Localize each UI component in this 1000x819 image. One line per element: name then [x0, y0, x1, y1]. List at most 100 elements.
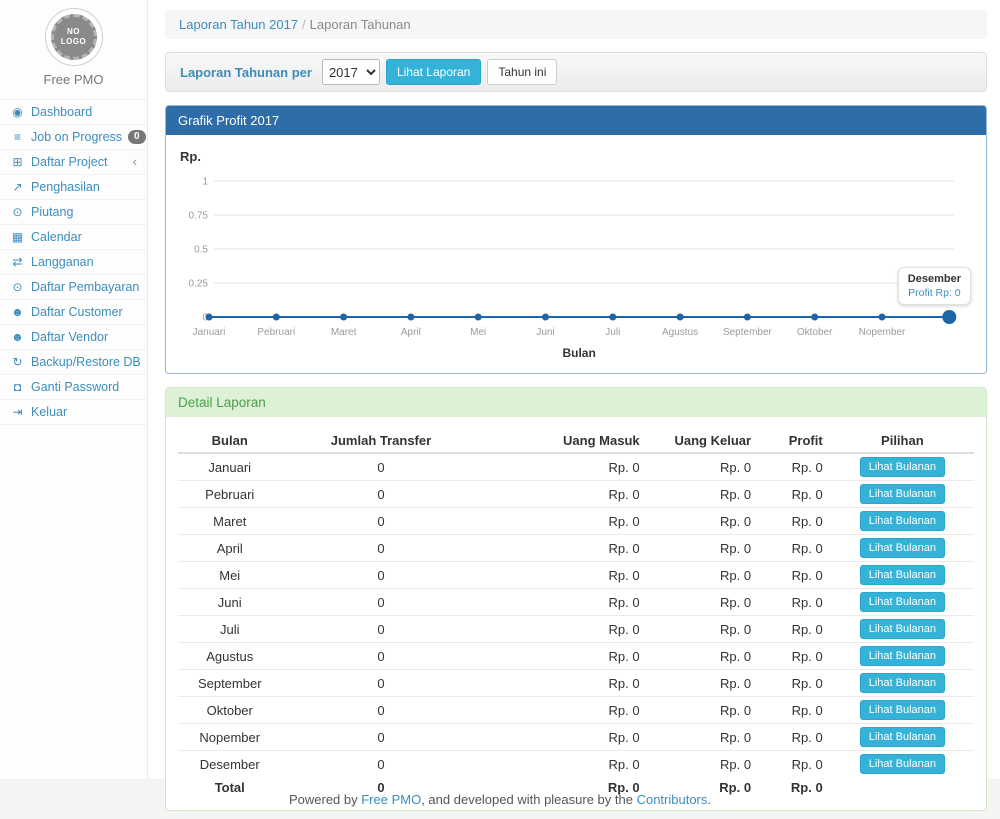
sidebar-item-label: Job on Progress: [31, 129, 122, 145]
sidebar-item-daftar-vendor[interactable]: ☻Daftar Vendor: [0, 325, 147, 350]
col-header-bulan: Bulan: [178, 429, 281, 453]
sidebar-item-calendar[interactable]: ▦ Calendar: [0, 225, 147, 250]
tasks-icon: ≡: [10, 129, 25, 145]
cell-profit: Rp. 0: [759, 562, 831, 589]
sidebar-item-ganti-password[interactable]: ◘ Ganti Password: [0, 375, 147, 400]
chevron-left-icon: ‹: [133, 156, 137, 168]
sidebar-item-daftar-project[interactable]: ⊞Daftar Project‹: [0, 150, 147, 175]
view-monthly-button[interactable]: Lihat Bulanan: [860, 673, 945, 693]
footer-text: Powered by Free PMO, and developed with …: [289, 792, 711, 807]
table-row: Pebruari0Rp. 0Rp. 0Rp. 0Lihat Bulanan: [178, 481, 974, 508]
detail-report-panel: Detail Laporan Bulan Jumlah Transfer Uan…: [165, 387, 987, 811]
svg-text:Oktober: Oktober: [797, 327, 833, 338]
view-monthly-button[interactable]: Lihat Bulanan: [860, 727, 945, 747]
sidebar-item-label: Calendar: [31, 229, 82, 245]
cell-pilihan: Lihat Bulanan: [831, 535, 974, 562]
profit-line-chart[interactable]: Rp.00.250.50.751JanuariPebruariMaretApri…: [178, 147, 974, 361]
view-monthly-button[interactable]: Lihat Bulanan: [860, 457, 945, 477]
col-header-uang-masuk: Uang Masuk: [480, 429, 647, 453]
svg-text:September: September: [723, 327, 773, 338]
table-row: Juni0Rp. 0Rp. 0Rp. 0Lihat Bulanan: [178, 589, 974, 616]
cell-profit: Rp. 0: [759, 589, 831, 616]
chart-panel-body: Rp.00.250.50.751JanuariPebruariMaretApri…: [166, 135, 986, 373]
cell-uang-keluar: Rp. 0: [648, 643, 759, 670]
view-monthly-button[interactable]: Lihat Bulanan: [860, 511, 945, 531]
sidebar-item-job-on-progress[interactable]: ≡Job on Progress0: [0, 125, 147, 150]
table-row: Juli0Rp. 0Rp. 0Rp. 0Lihat Bulanan: [178, 616, 974, 643]
footer-link-freepmo[interactable]: Free PMO: [361, 792, 421, 807]
year-select[interactable]: 2017: [322, 59, 380, 85]
cell-jumlah-transfer: 0: [281, 589, 480, 616]
table-row: Mei0Rp. 0Rp. 0Rp. 0Lihat Bulanan: [178, 562, 974, 589]
sidebar-item-label: Daftar Pembayaran: [31, 279, 139, 295]
table-icon: ⊞: [10, 154, 25, 170]
this-year-button[interactable]: Tahun ini: [487, 59, 557, 85]
cell-pilihan: Lihat Bulanan: [831, 453, 974, 481]
sidebar-item-keluar[interactable]: ⇥Keluar: [0, 400, 147, 425]
calendar-icon: ▦: [10, 229, 25, 245]
cell-uang-masuk: Rp. 0: [480, 508, 647, 535]
cell-bulan: September: [178, 670, 281, 697]
sidebar-item-penghasilan[interactable]: ↗Penghasilan: [0, 175, 147, 200]
cell-profit: Rp. 0: [759, 508, 831, 535]
view-monthly-button[interactable]: Lihat Bulanan: [860, 754, 945, 774]
svg-text:0.25: 0.25: [189, 279, 209, 290]
view-monthly-button[interactable]: Lihat Bulanan: [860, 592, 945, 612]
view-monthly-button[interactable]: Lihat Bulanan: [860, 700, 945, 720]
sidebar-item-backup-restore-db[interactable]: ↻Backup/Restore DB: [0, 350, 147, 375]
cell-uang-masuk: Rp. 0: [480, 535, 647, 562]
cell-pilihan: Lihat Bulanan: [831, 724, 974, 751]
svg-text:Juni: Juni: [536, 327, 554, 338]
svg-text:April: April: [401, 327, 421, 338]
cell-uang-keluar: Rp. 0: [648, 453, 759, 481]
lock-icon: ◘: [10, 379, 25, 395]
cell-bulan: April: [178, 535, 281, 562]
footer-link-contributors[interactable]: Contributors: [637, 792, 708, 807]
cell-profit: Rp. 0: [759, 697, 831, 724]
cell-profit: Rp. 0: [759, 453, 831, 481]
total-profit: Rp. 0: [759, 777, 831, 798]
table-row: Nopember0Rp. 0Rp. 0Rp. 0Lihat Bulanan: [178, 724, 974, 751]
app-logo: NO LOGO: [45, 8, 103, 66]
cell-profit: Rp. 0: [759, 481, 831, 508]
main-content: Laporan Tahun 2017/Laporan Tahunan Lapor…: [148, 0, 1000, 779]
x-axis-title: Bulan: [562, 346, 595, 360]
sidebar-item-langganan[interactable]: ⇄Langganan: [0, 250, 147, 275]
cell-uang-keluar: Rp. 0: [648, 535, 759, 562]
view-report-button[interactable]: Lihat Laporan: [386, 59, 481, 85]
cell-uang-keluar: Rp. 0: [648, 724, 759, 751]
profit-chart-panel: Grafik Profit 2017 Rp.00.250.50.751Janua…: [165, 105, 987, 374]
sidebar-item-label: Ganti Password: [31, 379, 119, 395]
cell-uang-masuk: Rp. 0: [480, 670, 647, 697]
sidebar-item-daftar-customer[interactable]: ☻Daftar Customer: [0, 300, 147, 325]
table-row: Januari0Rp. 0Rp. 0Rp. 0Lihat Bulanan: [178, 453, 974, 481]
cell-pilihan: Lihat Bulanan: [831, 616, 974, 643]
cell-jumlah-transfer: 0: [281, 508, 480, 535]
dashboard-icon: ◉: [10, 104, 25, 120]
cell-uang-masuk: Rp. 0: [480, 616, 647, 643]
cell-jumlah-transfer: 0: [281, 453, 480, 481]
cell-pilihan: Lihat Bulanan: [831, 670, 974, 697]
sidebar-item-piutang[interactable]: ⊙Piutang: [0, 200, 147, 225]
table-row: Oktober0Rp. 0Rp. 0Rp. 0Lihat Bulanan: [178, 697, 974, 724]
tooltip-value: Profit Rp: 0: [908, 287, 961, 299]
view-monthly-button[interactable]: Lihat Bulanan: [860, 484, 945, 504]
breadcrumb-link[interactable]: Laporan Tahun 2017: [179, 17, 298, 32]
sidebar-item-daftar-pembayaran[interactable]: ⊙Daftar Pembayaran: [0, 275, 147, 300]
view-monthly-button[interactable]: Lihat Bulanan: [860, 538, 945, 558]
view-monthly-button[interactable]: Lihat Bulanan: [860, 619, 945, 639]
total-label: Total: [178, 777, 281, 798]
sidebar: NO LOGO Free PMO ◉Dashboard≡Job on Progr…: [0, 0, 148, 779]
cell-uang-masuk: Rp. 0: [480, 697, 647, 724]
chart-line-icon: ↗: [10, 179, 25, 195]
cell-uang-masuk: Rp. 0: [480, 751, 647, 778]
view-monthly-button[interactable]: Lihat Bulanan: [860, 646, 945, 666]
cell-bulan: Agustus: [178, 643, 281, 670]
profit-chart[interactable]: Rp.00.250.50.751JanuariPebruariMaretApri…: [178, 147, 974, 361]
sidebar-menu: ◉Dashboard≡Job on Progress0⊞Daftar Proje…: [0, 99, 147, 425]
view-monthly-button[interactable]: Lihat Bulanan: [860, 565, 945, 585]
cell-profit: Rp. 0: [759, 535, 831, 562]
chart-tooltip: Desember Profit Rp: 0: [898, 267, 971, 305]
cell-uang-masuk: Rp. 0: [480, 643, 647, 670]
sidebar-item-dashboard[interactable]: ◉Dashboard: [0, 100, 147, 125]
